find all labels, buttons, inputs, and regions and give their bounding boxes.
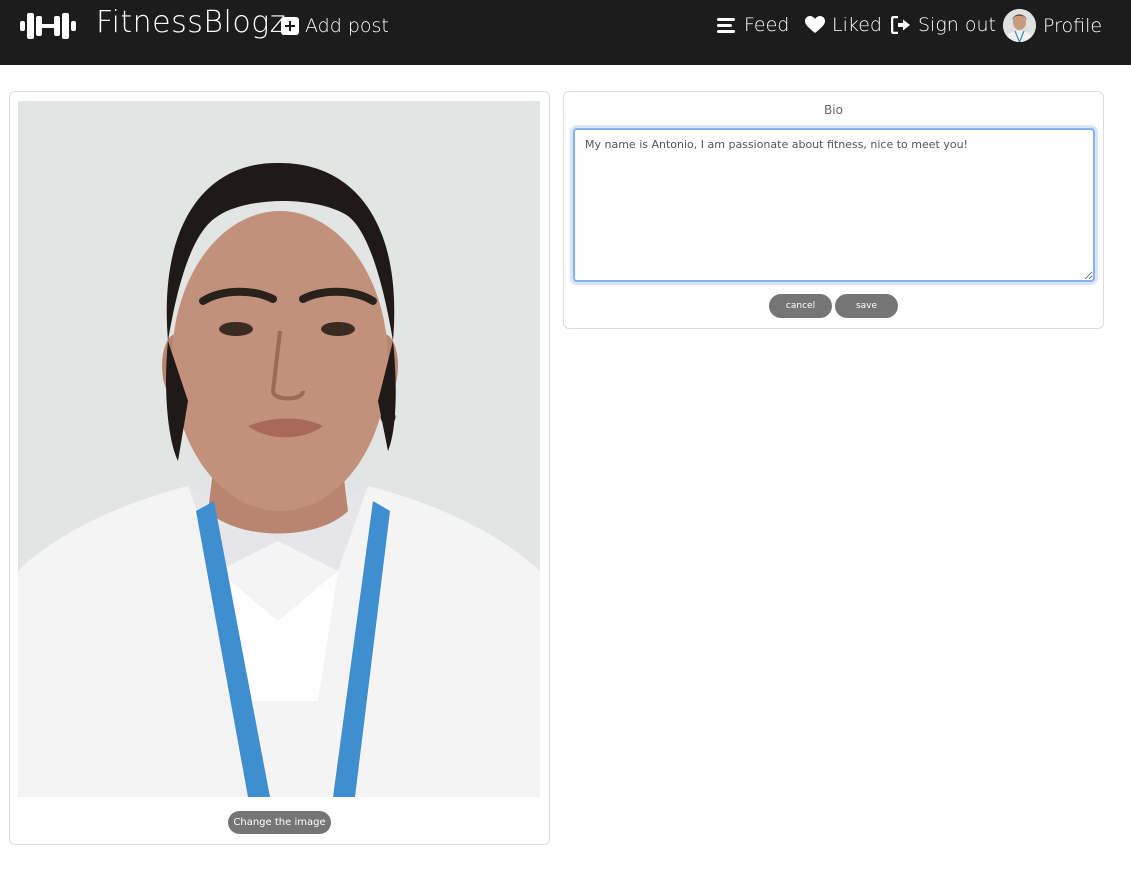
bio-card: Bio My name is Antonio, I am passionate … xyxy=(563,91,1104,329)
nav-sign-out-label: Sign out xyxy=(918,14,996,36)
brand-name[interactable]: FitnessBlogz xyxy=(96,5,286,41)
bars-icon xyxy=(717,18,735,33)
nav-profile-label: Profile xyxy=(1043,14,1103,37)
bio-label: Bio xyxy=(824,103,843,117)
change-image-button[interactable]: Change the image xyxy=(228,811,331,834)
dumbbell-icon[interactable] xyxy=(20,10,76,42)
sign-out-icon xyxy=(891,16,910,34)
nav-liked-link[interactable]: Liked xyxy=(805,13,882,37)
profile-photo-card: Change the image xyxy=(9,91,550,845)
top-navbar: FitnessBlogz Add post Feed Liked Sign ou… xyxy=(0,0,1131,65)
plus-square-icon xyxy=(281,17,299,35)
nav-sign-out-link[interactable]: Sign out xyxy=(891,13,996,37)
cancel-button[interactable]: cancel xyxy=(769,294,832,318)
nav-feed-label: Feed xyxy=(744,14,790,36)
avatar xyxy=(1003,9,1036,42)
nav-liked-label: Liked xyxy=(832,14,882,36)
save-button[interactable]: save xyxy=(835,294,898,318)
profile-photo xyxy=(18,101,540,797)
nav-feed-link[interactable]: Feed xyxy=(717,13,789,37)
nav-profile-link[interactable]: Profile xyxy=(1003,9,1102,42)
add-post-link[interactable]: Add post xyxy=(281,14,389,38)
profile-photo-illustration xyxy=(18,101,540,797)
heart-icon xyxy=(805,16,825,33)
add-post-label: Add post xyxy=(305,15,389,37)
bio-textarea[interactable]: My name is Antonio, I am passionate abou… xyxy=(573,128,1095,282)
user-avatar-image xyxy=(1003,9,1036,42)
